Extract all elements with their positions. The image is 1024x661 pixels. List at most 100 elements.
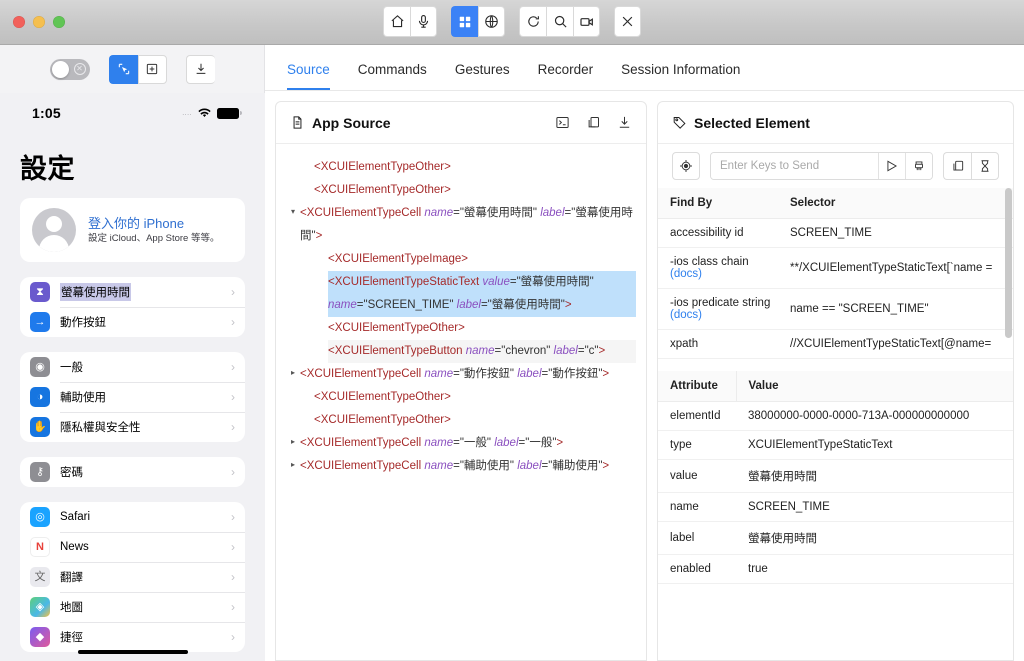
document-icon (290, 115, 305, 130)
tap-icon[interactable] (672, 152, 700, 180)
device-screenshot-panel: ✕ 1:05 .... 設定 登入你的 iPhone 設定 iCloud、App… (0, 45, 265, 661)
source-refresh-toggle[interactable]: ✕ (49, 58, 90, 80)
clear-icon[interactable] (905, 153, 932, 179)
grid-icon[interactable] (451, 6, 478, 37)
settings-row-screen-time[interactable]: ⧗ 螢幕使用時間 › (20, 277, 245, 307)
select-element-button[interactable] (108, 54, 138, 84)
chevron-right-icon: › (231, 630, 235, 644)
hourglass-icon: ⧗ (30, 282, 50, 302)
device-screen[interactable]: 1:05 .... 設定 登入你的 iPhone 設定 iCloud、App S… (0, 93, 265, 661)
table-row[interactable]: accessibility id SCREEN_TIME (658, 218, 1013, 248)
settings-row-shortcuts[interactable]: ◆ 捷徑 › (20, 622, 245, 652)
source-tree-node[interactable]: <XCUIElementTypeOther> (286, 409, 636, 432)
settings-row-general[interactable]: ◉ 一般 › (20, 352, 245, 382)
source-tree-node[interactable]: ▸ <XCUIElementTypeCell name="動作按鈕" label=… (286, 363, 636, 386)
action-button-group (519, 6, 600, 37)
globe-icon[interactable] (478, 6, 505, 37)
console-icon[interactable] (555, 115, 570, 130)
search-icon[interactable] (546, 6, 573, 37)
maps-icon: ◈ (30, 597, 50, 617)
table-row[interactable]: xpath //XCUIElementTypeStaticText[@name= (658, 329, 1013, 359)
docs-link[interactable]: (docs) (670, 309, 766, 321)
copy-icon[interactable] (586, 115, 601, 130)
source-tree-node[interactable]: ▸ <XCUIElementTypeCell name="輔助使用" label=… (286, 455, 636, 478)
docs-link[interactable]: (docs) (670, 268, 766, 280)
chevron-right-icon: › (231, 285, 235, 299)
source-tree-node[interactable]: <XCUIElementTypeButton name="chevron" la… (286, 340, 636, 363)
table-row[interactable]: -ios predicate string (docs) name == "SC… (658, 288, 1013, 330)
shortcuts-icon: ◆ (30, 627, 50, 647)
tab-commands[interactable]: Commands (358, 62, 427, 90)
tab-session-information[interactable]: Session Information (621, 62, 740, 90)
download-icon[interactable] (617, 115, 632, 130)
source-node-text: <XCUIElementTypeCell name="動作按鈕" label="… (300, 368, 610, 380)
inspector-tabs: Source Commands Gestures Recorder Sessio… (265, 45, 1024, 91)
gear-icon: ◉ (30, 357, 50, 377)
tree-twisty-icon[interactable]: ▸ (286, 432, 300, 452)
settings-row-action-button[interactable]: → 動作按鈕 › (20, 307, 245, 337)
source-tree-node[interactable]: <XCUIElementTypeOther> (286, 179, 636, 202)
microphone-icon[interactable] (410, 6, 437, 37)
tree-twisty-icon[interactable]: ▾ (286, 202, 300, 222)
settings-row-privacy[interactable]: ✋ 隱私權與安全性 › (20, 412, 245, 442)
table-row[interactable]: -ios class chain (docs) **/XCUIElementTy… (658, 247, 1013, 289)
source-tree-node[interactable]: ▾ <XCUIElementTypeCell name="螢幕使用時間" labe… (286, 202, 636, 248)
chevron-right-icon: › (231, 510, 235, 524)
source-node-text: <XCUIElementTypeStaticText value="螢幕使用時間… (328, 271, 636, 317)
home-indicator (77, 650, 188, 654)
chevron-right-icon: › (231, 315, 235, 329)
timer-icon[interactable] (971, 152, 999, 180)
find-by-strategy: xpath (658, 329, 778, 359)
settings-row-translate[interactable]: 文 翻譯 › (20, 562, 245, 592)
settings-group-3: ⚷ 密碼 › (20, 457, 245, 487)
source-node-text: <XCUIElementTypeOther> (314, 184, 451, 196)
tree-twisty-icon[interactable]: ▸ (286, 455, 300, 475)
selected-element-panel: Selected Element Enter Keys to Send Find… (657, 101, 1014, 661)
settings-row-news[interactable]: N News › (20, 532, 245, 562)
attribute-name: type (658, 430, 736, 460)
wifi-icon (198, 108, 211, 117)
apple-account-row[interactable]: 登入你的 iPhone 設定 iCloud、App Store 等等。 (20, 198, 245, 262)
record-icon[interactable] (573, 6, 600, 37)
source-tree-node[interactable]: <XCUIElementTypeOther> (286, 386, 636, 409)
attribute-value: 38000000-0000-0000-713A-000000000000 (736, 401, 1013, 431)
selector-scrollbar[interactable] (1005, 188, 1012, 338)
source-tree-node[interactable]: <XCUIElementTypeOther> (286, 156, 636, 179)
send-keys-input[interactable] (711, 153, 878, 179)
value-header: Value (736, 371, 1013, 402)
source-tree-node[interactable]: <XCUIElementTypeOther> (286, 317, 636, 340)
element-action-bar (658, 144, 1013, 188)
send-keys-icon[interactable] (878, 153, 905, 179)
find-by-selector: //XCUIElementTypeStaticText[@name= (778, 329, 1013, 359)
element-tools-group (943, 152, 999, 180)
tap-coordinates-button[interactable] (137, 54, 167, 84)
tab-gestures[interactable]: Gestures (455, 62, 510, 90)
settings-row-maps[interactable]: ◈ 地圖 › (20, 592, 245, 622)
selector-header: Selector (778, 188, 1013, 219)
home-icon[interactable] (383, 6, 410, 37)
news-icon: N (30, 537, 50, 557)
tab-recorder[interactable]: Recorder (538, 62, 594, 90)
tree-twisty-icon[interactable]: ▸ (286, 363, 300, 383)
refresh-icon[interactable] (519, 6, 546, 37)
settings-row-label: 動作按鈕 (60, 317, 106, 329)
send-keys-field[interactable] (710, 152, 933, 180)
copy-icon[interactable] (943, 152, 971, 180)
settings-row-accessibility[interactable]: ◑ 輔助使用 › (20, 382, 245, 412)
close-icon[interactable] (614, 6, 641, 37)
screenshot-toolbar: ✕ (0, 45, 264, 93)
source-tree[interactable]: <XCUIElementTypeOther> <XCUIElementTypeOt… (276, 144, 646, 660)
element-tables[interactable]: Find By Selector accessibility id SCREEN… (658, 188, 1013, 660)
source-tree-node[interactable]: ▸ <XCUIElementTypeCell name="一般" label="一… (286, 432, 636, 455)
settings-row-label: 密碼 (60, 467, 83, 479)
download-screenshot-button[interactable] (185, 54, 215, 84)
settings-row-passwords[interactable]: ⚷ 密碼 › (20, 457, 245, 487)
attribute-value: 螢幕使用時間 (736, 521, 1013, 555)
inspector-main: Source Commands Gestures Recorder Sessio… (265, 45, 1024, 661)
source-tree-node[interactable]: <XCUIElementTypeImage> (286, 248, 636, 271)
tab-source[interactable]: Source (287, 62, 330, 90)
settings-group-2: ◉ 一般 › ◑ 輔助使用 › ✋ 隱私權與安全性 › (20, 352, 245, 442)
avatar-body (39, 235, 69, 252)
source-tree-node[interactable]: <XCUIElementTypeStaticText value="螢幕使用時間… (286, 271, 636, 317)
settings-row-safari[interactable]: ◎ Safari › (20, 502, 245, 532)
